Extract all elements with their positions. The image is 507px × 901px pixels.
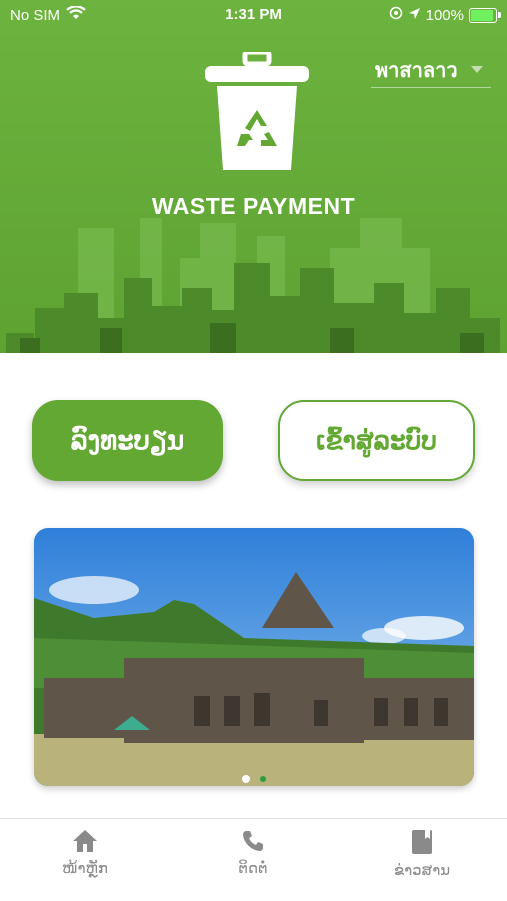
- register-button[interactable]: ລົງທະບຽນ: [32, 400, 223, 481]
- battery-percent: 100%: [425, 6, 464, 24]
- phone-icon: [243, 831, 263, 851]
- chevron-down-icon: [471, 66, 483, 73]
- tab-contact[interactable]: ຕິດຕໍ່: [193, 829, 313, 877]
- city-skyline: [6, 218, 500, 353]
- bottom-tab-bar: ໜ້າຫຼັກ ຕິດຕໍ່ ຂ່າວສານ: [0, 818, 507, 901]
- status-bar: No SIM 1:31 PM 100%: [0, 0, 507, 30]
- rotation-lock-icon: [389, 6, 403, 24]
- battery-icon: [469, 7, 501, 23]
- recycle-bin-logo: [205, 49, 309, 172]
- carousel-dot-active[interactable]: [242, 775, 250, 783]
- battery-fill: [471, 9, 493, 21]
- tab-contact-label: ຕິດຕໍ່: [238, 860, 268, 877]
- home-icon: [73, 830, 97, 852]
- tab-news-label: ຂ່າວສານ: [393, 862, 451, 879]
- header-banner: No SIM 1:31 PM 100% พาสาลาว WASTE PAYMEN…: [0, 0, 507, 353]
- action-buttons: ລົງທະບຽນ ເຂົ້າສູ່ລະບົບ: [0, 400, 507, 484]
- status-right: 100%: [389, 6, 501, 24]
- location-icon: [408, 7, 421, 24]
- book-icon: [412, 830, 432, 854]
- carousel-photo: [34, 528, 474, 786]
- image-carousel[interactable]: [34, 528, 474, 786]
- tab-home-label: ໜ້າຫຼັກ: [62, 860, 108, 877]
- tab-home[interactable]: ໜ້າຫຼັກ: [25, 829, 145, 877]
- carousel-indicators: [34, 775, 474, 783]
- app-title: WASTE PAYMENT: [151, 193, 356, 219]
- language-label: พาสาลาว: [375, 59, 458, 82]
- carousel-dot[interactable]: [260, 776, 266, 782]
- login-button[interactable]: ເຂົ້າສູ່ລະບົບ: [278, 400, 475, 481]
- language-select[interactable]: พาสาลาว: [371, 52, 491, 88]
- tab-news[interactable]: ຂ່າວສານ: [362, 829, 482, 879]
